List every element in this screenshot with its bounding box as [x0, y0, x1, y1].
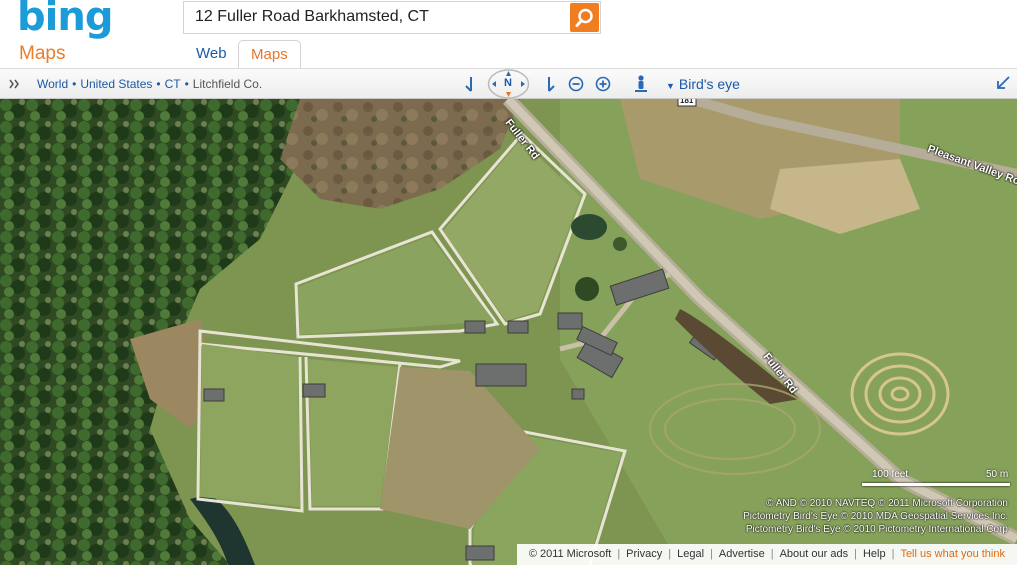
- footer-link-legal[interactable]: Legal: [677, 548, 704, 560]
- footer-link-feedback[interactable]: Tell us what you think: [900, 548, 1005, 560]
- search-input[interactable]: 12 Fuller Road Barkhamsted, CT: [183, 1, 601, 34]
- zoom-in-icon[interactable]: [592, 72, 614, 96]
- breadcrumb-ct[interactable]: CT: [165, 77, 181, 91]
- compass-control[interactable]: N: [486, 68, 531, 100]
- footer-separator: |: [854, 548, 857, 560]
- map-copyright: © AND © 2010 NAVTEQ © 2011 Microsoft Cor…: [743, 497, 1008, 536]
- double-chevron-right-icon[interactable]: [6, 73, 24, 93]
- copyright-line: Pictometry Bird's Eye © 2010 MDA Geospat…: [743, 511, 1008, 522]
- map-toolbar: World • United States • CT • Litchfield Co. N …: [0, 68, 1017, 99]
- footer-link-privacy[interactable]: Privacy: [626, 548, 662, 560]
- tab-web[interactable]: Web: [184, 40, 239, 68]
- copyright-line: © AND © 2010 NAVTEQ © 2011 Microsoft Cor…: [766, 498, 1008, 509]
- streetside-person-icon[interactable]: [630, 72, 652, 96]
- footer-separator: |: [891, 548, 895, 560]
- rotate-left-icon[interactable]: [460, 72, 482, 96]
- breadcrumb-county: Litchfield Co.: [192, 77, 263, 91]
- view-mode-dropdown[interactable]: ▼ Bird's eye: [666, 76, 740, 92]
- arrow-down-left-icon[interactable]: [995, 75, 1011, 91]
- breadcrumb-separator: •: [156, 77, 161, 91]
- search-input-value[interactable]: 12 Fuller Road Barkhamsted, CT: [195, 8, 429, 26]
- header: bing Maps 12 Fuller Road Barkhamsted, CT…: [0, 0, 1017, 68]
- scale-line: [862, 483, 1010, 486]
- view-mode-label: Bird's eye: [678, 76, 740, 92]
- breadcrumb-separator: •: [184, 77, 189, 91]
- aerial-imagery: [0, 99, 1017, 565]
- rotate-right-icon[interactable]: [538, 72, 560, 96]
- breadcrumb-separator: •: [72, 77, 77, 91]
- tab-maps[interactable]: Maps: [238, 40, 301, 68]
- chevron-down-icon: ▼: [666, 81, 675, 91]
- breadcrumb: World • United States • CT • Litchfield Co.: [37, 77, 262, 91]
- footer-separator: |: [770, 548, 774, 560]
- footer-link-advertise[interactable]: Advertise: [719, 548, 765, 560]
- scale-feet-label: 100 feet: [872, 469, 909, 480]
- scale-meters-label: 50 m: [986, 469, 1009, 480]
- map-scale-bar: 100 feet 50 m: [862, 469, 1010, 493]
- product-name: Maps: [19, 43, 66, 64]
- footer-separator: |: [710, 548, 713, 560]
- footer-copyright: © 2011 Microsoft: [528, 548, 612, 560]
- map-canvas[interactable]: Fuller Rd Pleasant Valley Ro Fuller Rd 1…: [0, 99, 1017, 565]
- footer-link-about-ads[interactable]: About our ads: [780, 548, 849, 560]
- footer-link-help[interactable]: Help: [863, 548, 886, 560]
- breadcrumb-world[interactable]: World: [37, 77, 68, 91]
- compass-north-label: N: [504, 77, 512, 89]
- zoom-out-icon[interactable]: [565, 72, 587, 96]
- search-icon: [575, 8, 593, 27]
- search-button[interactable]: [570, 3, 599, 32]
- footer: © 2011 Microsoft | Privacy | Legal | Advertise…: [517, 544, 1017, 565]
- route-shield: 181: [680, 99, 694, 105]
- bing-logo[interactable]: bing: [17, 0, 113, 40]
- footer-separator: |: [668, 548, 672, 560]
- breadcrumb-united-states[interactable]: United States: [80, 77, 152, 91]
- footer-separator: |: [617, 548, 621, 560]
- copyright-line: Pictometry Bird's Eye © 2010 Pictometry …: [745, 524, 1008, 535]
